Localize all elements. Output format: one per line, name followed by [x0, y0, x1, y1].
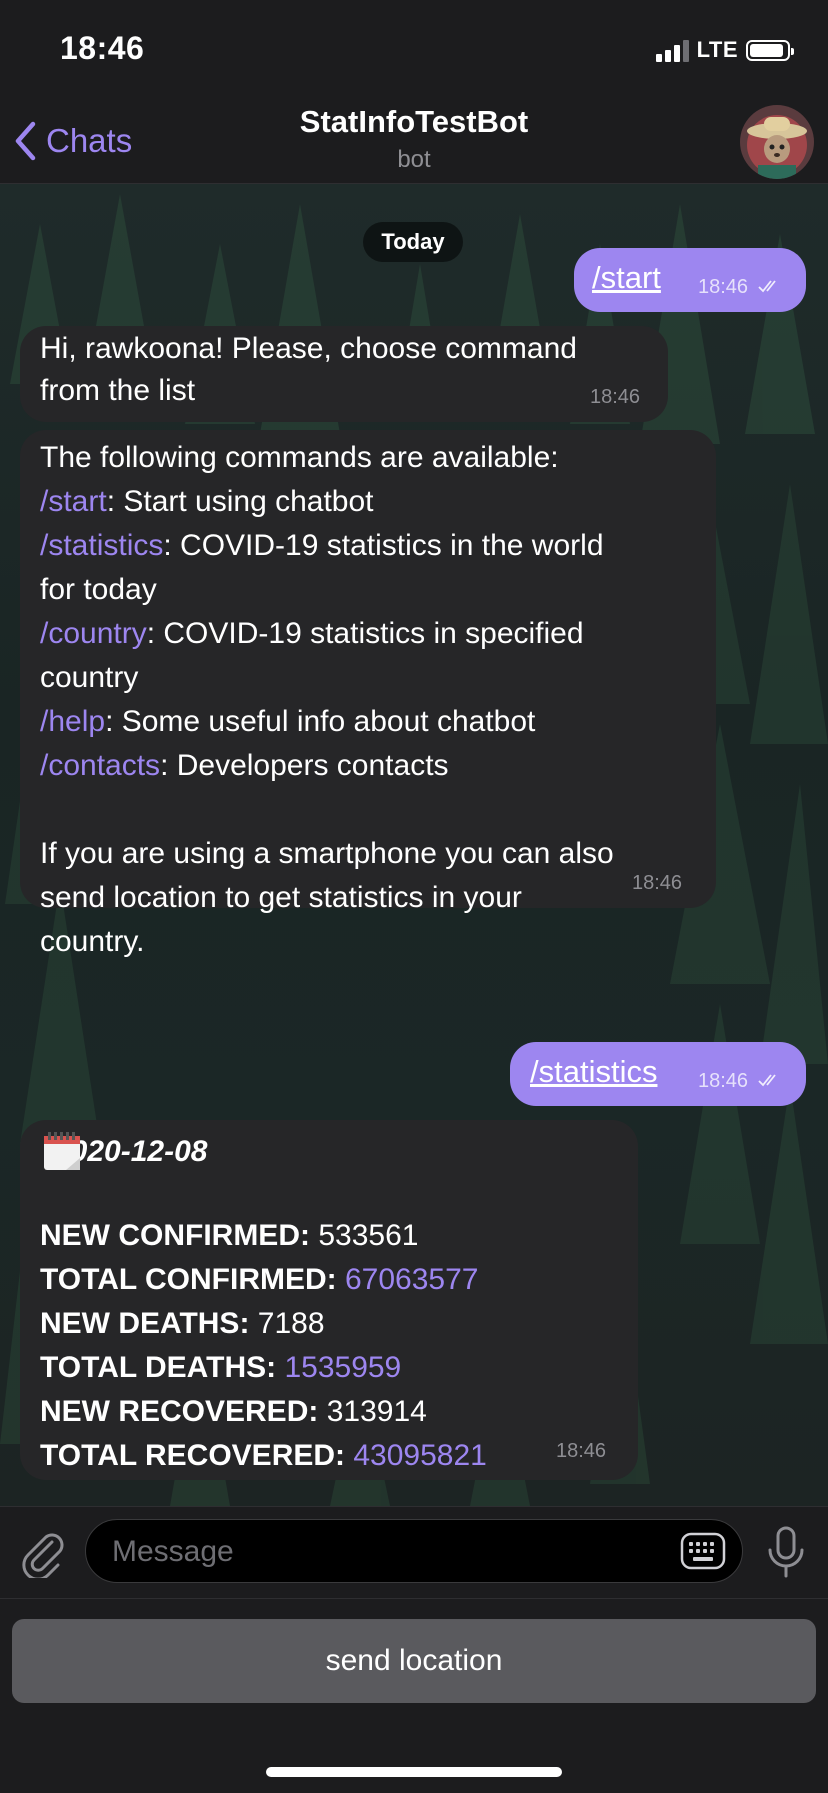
- incoming-message[interactable]: 2020-12-08 NEW CONFIRMED: 533561 TOTAL C…: [20, 1120, 638, 1480]
- incoming-message[interactable]: The following commands are available: /s…: [20, 430, 716, 958]
- stat-label: NEW RECOVERED:: [40, 1395, 319, 1428]
- message-time: 18:46: [698, 276, 749, 298]
- message-line: Hi, rawkoona! Please, choose command: [40, 332, 577, 365]
- command-desc: : Developers contacts: [160, 749, 449, 782]
- outgoing-message[interactable]: /start 18:46: [574, 248, 806, 312]
- command-link[interactable]: /start: [40, 485, 107, 518]
- stat-label: TOTAL RECOVERED:: [40, 1439, 346, 1472]
- microphone-icon[interactable]: [762, 1524, 810, 1580]
- command-link[interactable]: /contacts: [40, 749, 160, 782]
- composer-bar: [0, 1506, 828, 1598]
- status-time: 18:46: [60, 30, 145, 66]
- command-desc: : Some useful info about chatbot: [105, 705, 536, 738]
- command-row: /country: COVID-19 statistics in specifi…: [40, 612, 614, 656]
- bot-keyboard: send location: [0, 1598, 828, 1793]
- double-check-icon: [758, 280, 776, 293]
- stat-value: 313914: [326, 1395, 427, 1428]
- command-desc: : COVID-19 statistics in the world: [163, 529, 604, 562]
- top-bar: 18:46 LTE Chats StatInfoTestBot bot: [0, 0, 828, 184]
- stat-label: TOTAL DEATHS:: [40, 1351, 277, 1384]
- home-indicator[interactable]: [266, 1767, 562, 1777]
- composer-divider: [0, 1506, 828, 1507]
- network-label: LTE: [696, 37, 738, 62]
- send-location-button[interactable]: send location: [12, 1619, 816, 1703]
- command-row: /start: Start using chatbot: [40, 480, 614, 524]
- header-divider: [0, 183, 828, 184]
- status-indicators: LTE: [655, 36, 794, 64]
- command-desc-cont: for today: [40, 573, 157, 606]
- incoming-message[interactable]: Hi, rawkoona! Please, choose command fro…: [20, 326, 668, 422]
- command-link[interactable]: /country: [40, 617, 147, 650]
- command-link[interactable]: /help: [40, 705, 105, 738]
- stat-row: NEW DEATHS: 7188: [40, 1302, 487, 1346]
- command-desc-cont: country: [40, 661, 139, 694]
- calendar-icon: [44, 1132, 80, 1170]
- command-row: /contacts: Developers contacts: [40, 744, 614, 788]
- stat-value[interactable]: 1535959: [284, 1351, 401, 1384]
- message-line: country.: [40, 925, 145, 958]
- stat-row: TOTAL RECOVERED: 43095821: [40, 1434, 487, 1478]
- message-line: from the list: [40, 374, 196, 407]
- message-line: send location to get statistics in your: [40, 881, 522, 914]
- stat-label: TOTAL CONFIRMED:: [40, 1263, 337, 1296]
- message-time: 18:46: [556, 1440, 607, 1462]
- command-row: /statistics: COVID-19 statistics in the …: [40, 524, 614, 568]
- signal-icon: [655, 38, 689, 62]
- stat-row: NEW CONFIRMED: 533561: [40, 1214, 487, 1258]
- message-field[interactable]: [85, 1519, 743, 1584]
- message-line: If you are using a smartphone you can al…: [40, 837, 614, 870]
- stat-row: NEW RECOVERED: 313914: [40, 1390, 487, 1434]
- chat-title: StatInfoTestBot: [299, 104, 529, 139]
- command-desc: : Start using chatbot: [106, 485, 374, 518]
- paperclip-icon[interactable]: [18, 1528, 66, 1578]
- stat-label: NEW CONFIRMED:: [40, 1219, 310, 1252]
- stat-value[interactable]: 67063577: [345, 1263, 478, 1296]
- command-link[interactable]: /statistics: [530, 1054, 657, 1090]
- keyboard-icon[interactable]: [680, 1532, 726, 1570]
- command-desc: : COVID-19 statistics in specified: [146, 617, 584, 650]
- avatar[interactable]: [740, 105, 814, 179]
- stat-row: TOTAL CONFIRMED: 67063577: [40, 1258, 487, 1302]
- command-link[interactable]: /start: [592, 260, 661, 296]
- battery-icon: [746, 39, 794, 61]
- chat-subtitle: bot: [397, 146, 431, 173]
- stat-value: 533561: [318, 1219, 419, 1252]
- stat-label: NEW DEATHS:: [40, 1307, 250, 1340]
- outgoing-message[interactable]: /statistics 18:46: [510, 1042, 806, 1106]
- message-time: 18:46: [632, 872, 683, 894]
- stat-value: 7188: [257, 1307, 325, 1340]
- date-separator: Today: [363, 222, 463, 262]
- message-time: 18:46: [698, 1070, 749, 1092]
- command-link[interactable]: /statistics: [40, 529, 163, 562]
- message-input[interactable]: [110, 1520, 654, 1584]
- message-time: 18:46: [590, 386, 641, 408]
- double-check-icon: [758, 1074, 776, 1087]
- stat-row: TOTAL DEATHS: 1535959: [40, 1346, 487, 1390]
- stat-value[interactable]: 43095821: [353, 1439, 486, 1472]
- commands-intro: The following commands are available:: [40, 441, 559, 474]
- chat-area[interactable]: Today /start 18:46 Hi, rawkoona! Please,…: [0, 184, 828, 1506]
- command-row: /help: Some useful info about chatbot: [40, 700, 614, 744]
